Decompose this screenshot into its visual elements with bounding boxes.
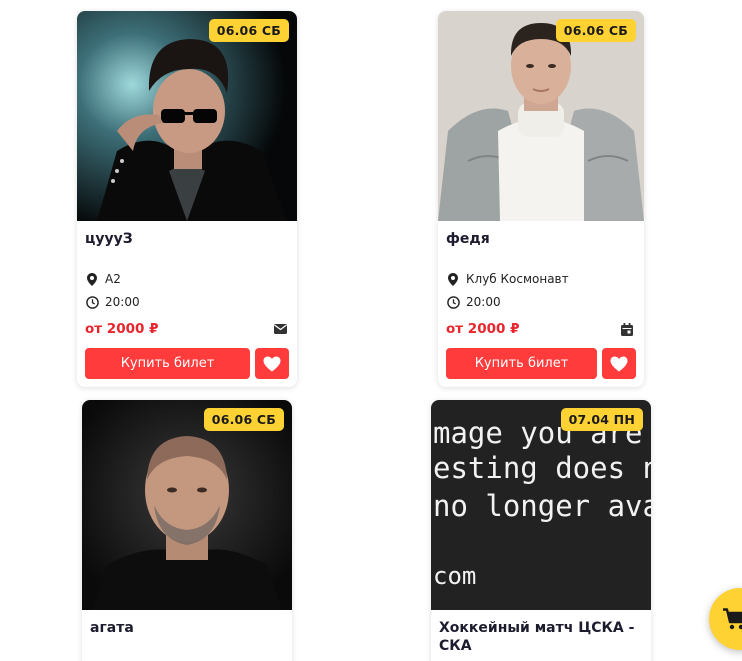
placeholder-line: no longer avail — [433, 489, 651, 523]
clock-icon — [85, 295, 99, 309]
event-image[interactable]: 06.06 СБ — [438, 11, 644, 221]
heart-icon — [263, 356, 281, 371]
time-row: 20:00 — [85, 293, 289, 311]
envelope-icon[interactable] — [273, 322, 287, 336]
event-image[interactable]: mage you are esting does not no longer a… — [431, 400, 651, 610]
event-card[interactable]: 06.06 СБ федя Клуб Космонавт 20:00 от 20… — [438, 11, 644, 387]
date-badge: 06.06 СБ — [203, 408, 284, 431]
heart-icon — [610, 356, 628, 371]
venue-name: А2 — [105, 272, 121, 286]
event-title[interactable]: Хоккейный матч ЦСКА - СКА — [439, 619, 643, 655]
card-actions: Купить билет — [446, 348, 636, 379]
cart-button[interactable] — [709, 588, 742, 650]
event-price: от 2000 ₽ — [446, 321, 520, 337]
price-row: от 2000 ₽ — [446, 320, 636, 338]
map-pin-icon — [446, 272, 460, 286]
image-unavailable-placeholder: mage you are esting does not no longer a… — [431, 400, 651, 610]
calendar-icon[interactable] — [620, 322, 634, 336]
venue-name: Клуб Космонавт — [466, 272, 569, 286]
event-details: Хоккейный матч ЦСКА - СКА — [431, 610, 651, 661]
card-actions: Купить билет — [85, 348, 289, 379]
event-time: 20:00 — [466, 295, 501, 309]
event-price: от 2000 ₽ — [85, 321, 159, 337]
artist-photo — [438, 11, 644, 221]
price-row: от 2000 ₽ — [85, 320, 289, 338]
date-badge: 06.06 СБ — [208, 19, 289, 42]
event-image[interactable]: 06.06 СБ — [77, 11, 297, 221]
buy-ticket-button[interactable]: Купить билет — [446, 348, 597, 379]
placeholder-line: com — [433, 562, 477, 590]
event-card[interactable]: 06.06 СБ агата — [82, 400, 292, 661]
event-details: агата — [82, 610, 292, 645]
clock-icon — [446, 295, 460, 309]
venue-row: Клуб Космонавт — [446, 270, 636, 288]
event-card[interactable]: 06.06 СБ цуууЗ А2 20:00 от 2000 ₽ Купить… — [77, 11, 297, 387]
venue-row: А2 — [85, 270, 289, 288]
buy-ticket-button[interactable]: Купить билет — [85, 348, 250, 379]
event-card[interactable]: mage you are esting does not no longer a… — [431, 400, 651, 661]
event-title[interactable]: агата — [90, 619, 284, 637]
event-time: 20:00 — [105, 295, 140, 309]
event-title[interactable]: цуууЗ — [85, 230, 289, 248]
events-page: 06.06 СБ цуууЗ А2 20:00 от 2000 ₽ Купить… — [0, 0, 742, 661]
date-badge: 06.06 СБ — [555, 19, 636, 42]
event-details: федя Клуб Космонавт 20:00 от 2000 ₽ Купи… — [438, 221, 644, 387]
event-image[interactable]: 06.06 СБ — [82, 400, 292, 610]
time-row: 20:00 — [446, 293, 636, 311]
cart-icon — [723, 608, 742, 630]
date-badge: 07.04 ПН — [560, 408, 643, 431]
artist-photo — [77, 11, 297, 221]
placeholder-line: esting does not — [433, 451, 651, 485]
map-pin-icon — [85, 272, 99, 286]
favorite-button[interactable] — [255, 348, 289, 379]
favorite-button[interactable] — [602, 348, 636, 379]
artist-photo — [82, 400, 292, 610]
event-title[interactable]: федя — [446, 230, 636, 248]
event-details: цуууЗ А2 20:00 от 2000 ₽ Купить билет — [77, 221, 297, 387]
